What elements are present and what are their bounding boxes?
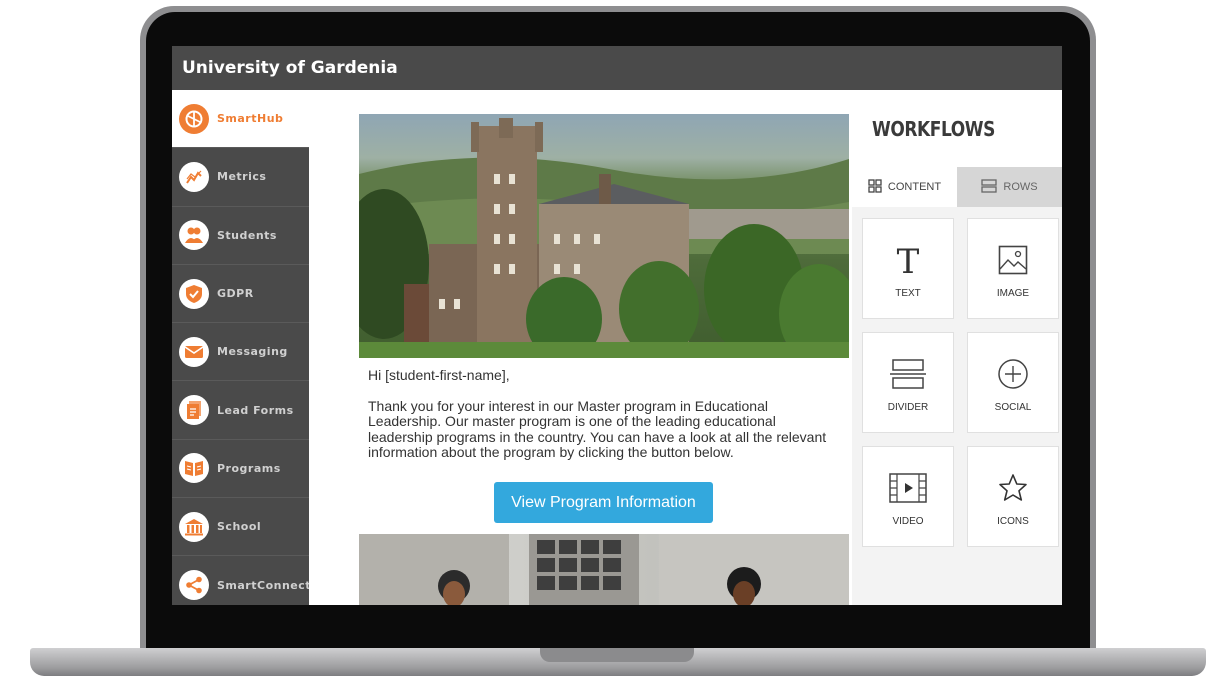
panel-header: WORKFLOWS: [852, 90, 1062, 167]
star-icon: [998, 466, 1028, 510]
tile-label: SOCIAL: [994, 402, 1032, 413]
content-tiles: T TEXT IMAGE DIVIDER SOCIAL VIDEO ICONS: [852, 207, 1062, 547]
building-icon: [179, 511, 209, 542]
tile-icons[interactable]: ICONS: [967, 446, 1059, 547]
tile-label: TEXT: [895, 288, 921, 299]
tab-label: ROWS: [1003, 181, 1038, 193]
tile-label: ICONS: [997, 516, 1029, 527]
laptop-notch: [540, 648, 694, 662]
text-icon: T: [893, 238, 923, 282]
students-illustration: [359, 534, 849, 605]
campus-illustration: [359, 118, 849, 358]
tile-label: VIDEO: [892, 516, 924, 527]
sidebar-item-smarthub[interactable]: SmartHub: [172, 90, 309, 149]
sidebar-item-label: Lead Forms: [217, 403, 294, 417]
sidebar-item-gdpr[interactable]: GDPR: [172, 265, 309, 324]
email-body[interactable]: Hi [student-first-name], Thank you for y…: [368, 367, 843, 476]
app-title: University of Gardenia: [182, 58, 398, 78]
sidebar-item-label: School: [217, 520, 262, 534]
smarthub-icon: [179, 103, 209, 134]
sidebar-item-programs[interactable]: Programs: [172, 440, 309, 499]
students-photo[interactable]: [359, 534, 849, 605]
sidebar-item-label: Messaging: [217, 345, 288, 359]
forms-icon: [179, 395, 209, 426]
rows-icon: [981, 178, 998, 196]
view-program-button[interactable]: View Program Information: [494, 482, 713, 523]
tab-content[interactable]: CONTENT: [852, 167, 957, 207]
metrics-icon: [179, 161, 209, 192]
panel-title: WORKFLOWS: [872, 116, 995, 141]
sidebar-item-label: Metrics: [217, 170, 267, 184]
sidebar-item-students[interactable]: Students: [172, 207, 309, 265]
email-paragraph: Thank you for your interest in our Maste…: [368, 397, 827, 461]
image-icon: [998, 238, 1028, 282]
sidebar-item-label: SmartConnect: [217, 578, 312, 592]
sidebar-item-label: GDPR: [217, 287, 254, 301]
divider-icon: [890, 352, 926, 396]
email-greeting: Hi [student-first-name],: [368, 367, 510, 383]
screen: University of Gardenia SmartHub Metrics …: [172, 46, 1062, 605]
tile-label: IMAGE: [996, 288, 1030, 299]
sidebar-item-lead-forms[interactable]: Lead Forms: [172, 381, 309, 440]
tile-social[interactable]: SOCIAL: [967, 332, 1059, 433]
sidebar-item-metrics[interactable]: Metrics: [172, 148, 309, 207]
tab-label: CONTENT: [887, 181, 942, 193]
sidebar-item-school[interactable]: School: [172, 498, 309, 557]
svg-text:T: T: [897, 243, 920, 277]
tile-text[interactable]: T TEXT: [862, 218, 954, 319]
envelope-icon: [179, 336, 209, 367]
tile-label: DIVIDER: [887, 402, 929, 413]
tile-image[interactable]: IMAGE: [967, 218, 1059, 319]
book-icon: [179, 453, 209, 484]
grid-icon: [868, 178, 882, 196]
sidebar-item-label: Students: [217, 228, 277, 242]
tile-video[interactable]: VIDEO: [862, 446, 954, 547]
app-header: University of Gardenia: [172, 46, 1062, 90]
tab-rows[interactable]: ROWS: [957, 167, 1062, 207]
tile-divider[interactable]: DIVIDER: [862, 332, 954, 433]
campus-hero-image[interactable]: [359, 114, 849, 358]
sidebar: SmartHub Metrics Students GDPR Messaging: [172, 90, 312, 605]
social-plus-icon: [997, 352, 1029, 396]
sidebar-item-smartconnect[interactable]: SmartConnect: [172, 556, 312, 605]
panel-tabs: CONTENT ROWS: [852, 167, 1062, 207]
email-canvas: Hi [student-first-name], Thank you for y…: [309, 90, 852, 605]
sidebar-item-label: SmartHub: [217, 112, 284, 126]
students-icon: [179, 220, 209, 251]
sidebar-item-label: Programs: [217, 461, 281, 475]
video-icon: [889, 466, 927, 510]
gdpr-shield-icon: [179, 278, 209, 309]
sidebar-item-messaging[interactable]: Messaging: [172, 323, 309, 382]
workflows-panel: WORKFLOWS CONTENT ROWS T TEXT IMAGE DIVI…: [852, 90, 1062, 605]
share-icon: [179, 570, 209, 601]
